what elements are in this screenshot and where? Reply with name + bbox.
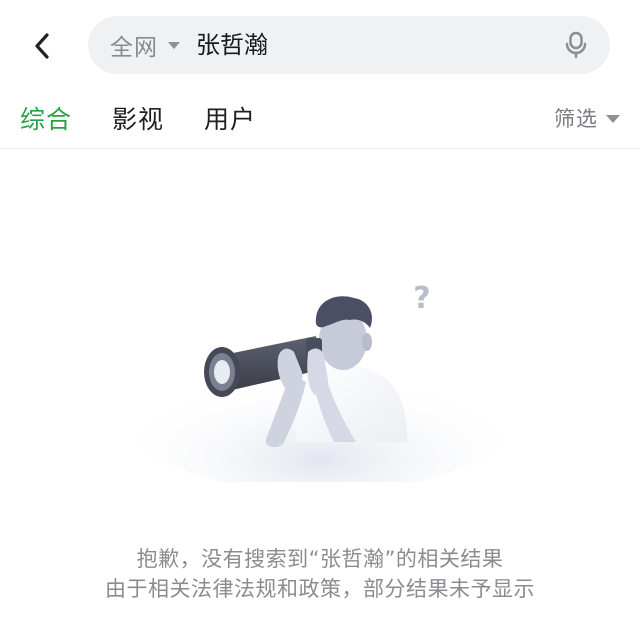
thought-bubble: ? — [391, 272, 448, 336]
filter-button[interactable]: 筛选 — [554, 103, 620, 133]
search-bar: 全网 — [88, 16, 610, 74]
search-input[interactable] — [196, 16, 536, 74]
tab-users[interactable]: 用户 — [204, 100, 256, 136]
result-tabs: 综合 影视 用户 筛选 — [0, 92, 640, 149]
person-with-telescope-icon: ? — [120, 272, 520, 482]
back-button[interactable] — [22, 26, 62, 66]
search-scope-dropdown[interactable]: 全网 — [110, 16, 180, 74]
tab-video[interactable]: 影视 — [112, 100, 164, 136]
microphone-icon — [565, 31, 587, 59]
empty-result-message: 抱歉，没有搜索到“张哲瀚”的相关结果 由于相关法律法规和政策，部分结果未予显示 — [0, 544, 640, 604]
empty-result-line-1: 抱歉，没有搜索到“张哲瀚”的相关结果 — [136, 547, 504, 571]
svg-text:?: ? — [413, 281, 430, 316]
empty-result-line-2: 由于相关法律法规和政策，部分结果未予显示 — [105, 577, 535, 601]
tab-comprehensive[interactable]: 综合 — [20, 100, 72, 136]
filter-label: 筛选 — [554, 107, 598, 131]
caret-down-icon — [606, 114, 620, 123]
voice-search-button[interactable] — [560, 29, 592, 61]
caret-down-icon — [168, 42, 180, 49]
top-bar: 全网 — [0, 0, 640, 92]
search-scope-label: 全网 — [110, 35, 158, 61]
chevron-left-icon — [35, 33, 49, 59]
